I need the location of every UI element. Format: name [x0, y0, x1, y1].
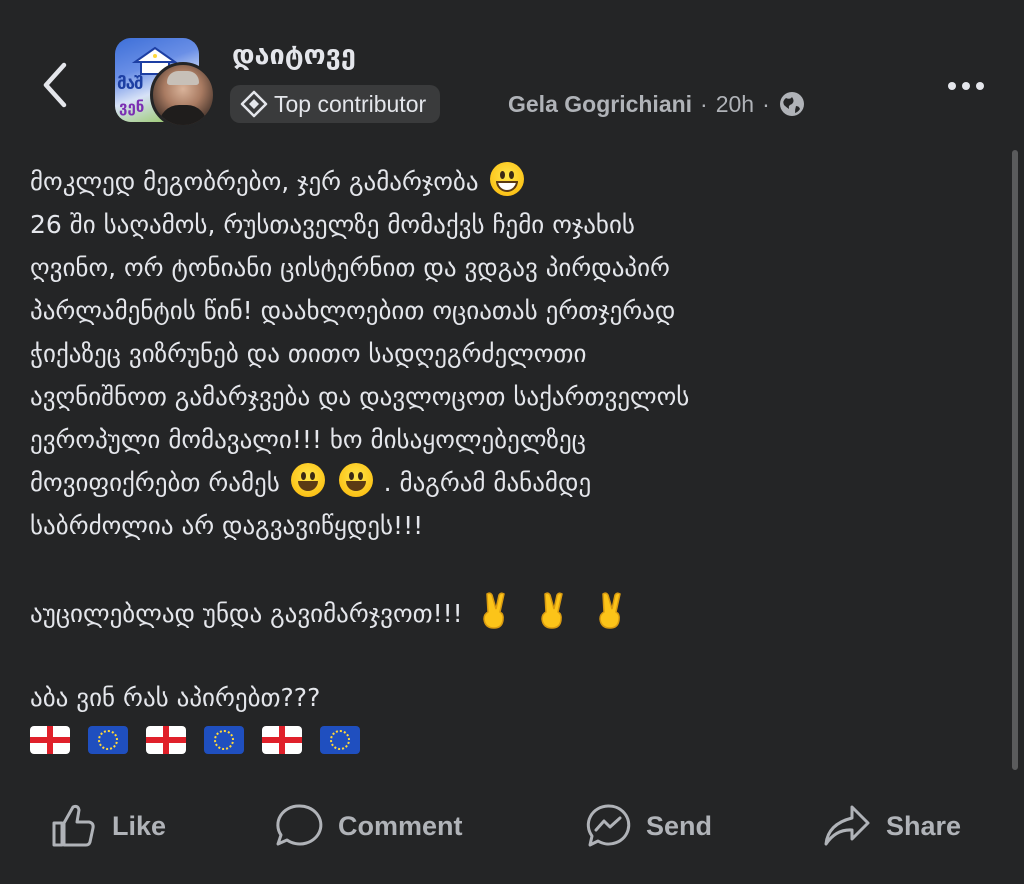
victory-hand-emoji-icon: [540, 592, 563, 629]
smiling-face-emoji-icon: [489, 162, 524, 196]
group-avatar-text-top: მაშ: [117, 74, 144, 94]
victory-hand-emoji-icon: [598, 592, 621, 629]
author-name[interactable]: Gela Gogrichiani: [508, 91, 692, 118]
share-arrow-icon: [824, 805, 870, 846]
georgia-flag-icon: [261, 726, 302, 754]
share-label: Share: [886, 810, 962, 841]
post-time[interactable]: 20h: [716, 91, 754, 118]
send-button[interactable]: Send: [584, 796, 712, 856]
victory-hand-emoji-icon: [482, 592, 505, 629]
comment-button[interactable]: Comment: [274, 796, 463, 856]
group-name[interactable]: დაიტოვე: [232, 40, 356, 71]
post-line: ღვინო, ორ ტონიანი ცისტერნით და ვდგავ პირ…: [30, 253, 670, 282]
post-line: პარლამენტის წინ! დაახლოებით ოციათას ერთჯ…: [30, 296, 676, 325]
avatar-shirt: [159, 105, 207, 125]
badge-label: Top contributor: [274, 90, 427, 117]
more-dot: [976, 82, 984, 90]
post-line: მოკლედ მეგობრებო, ჯერ გამარჯობა: [30, 160, 990, 203]
comment-label: Comment: [338, 810, 463, 841]
comment-bubble-icon: [276, 804, 323, 846]
chevron-left-icon: [43, 62, 67, 108]
post-line-text: . მაგრამ მანამდე: [383, 468, 592, 497]
author-avatar[interactable]: [150, 62, 216, 128]
messenger-icon: [586, 804, 631, 847]
share-button[interactable]: Share: [822, 796, 961, 856]
eu-flag-icon: [319, 726, 360, 754]
back-button[interactable]: [30, 50, 80, 120]
group-avatar-text-bottom: ვენ: [119, 98, 145, 116]
post-line: აუცილებლად უნდა გავიმარჯვოთ!!!: [30, 590, 990, 633]
post-line: 26 ში საღამოს, რუსთაველზე მომაქვს ჩემი ო…: [30, 210, 635, 239]
post-line-text: აუცილებლად უნდა გავიმარჯვოთ!!!: [30, 599, 463, 628]
like-button[interactable]: Like: [50, 796, 166, 856]
eu-flag-icon: [87, 726, 128, 754]
globe-icon: [779, 92, 804, 116]
post-actions: Like Comment Send Share: [0, 796, 1024, 856]
grinning-face-emoji-icon: [338, 463, 373, 497]
post-line: საბრძოლია არ დაგვავიწყდეს!!!: [30, 511, 424, 540]
scrollbar[interactable]: [1012, 150, 1018, 770]
post-line: ჭიქაზეც ვიზრუნებ და თითო სადღეგრძელოთი: [30, 339, 587, 368]
post-text: მოკლედ მეგობრებო, ჯერ გამარჯობა 26 ში სა…: [30, 160, 990, 762]
flag-row: [30, 719, 990, 762]
grinning-face-emoji-icon: [290, 463, 325, 497]
more-options-button[interactable]: [940, 68, 992, 104]
post-meta: Gela Gogrichiani · 20h ·: [508, 86, 806, 122]
avatar-hair: [167, 71, 199, 85]
post-line: მოვიფიქრებთ რამეს . მაგრამ მანამდე: [30, 461, 990, 504]
post-line: აბა ვინ რას აპირებთ???: [30, 683, 321, 712]
top-contributor-badge[interactable]: Top contributor: [230, 85, 441, 123]
meta-separator: ·: [762, 90, 770, 117]
more-dot: [948, 82, 956, 90]
thumbs-up-icon: [52, 804, 95, 847]
georgia-flag-icon: [145, 726, 186, 754]
send-label: Send: [646, 810, 713, 841]
eu-flag-icon: [203, 726, 244, 754]
more-dot: [962, 82, 970, 90]
post-line: ავღნიშნოთ გამარჯვება და დავლოცოთ საქართვ…: [30, 382, 690, 411]
georgia-flag-icon: [30, 726, 70, 754]
post-line-text: მოვიფიქრებთ რამეს: [30, 468, 280, 497]
post-line: ევროპული მომავალი!!! ხო მისაყოლებელზეც: [30, 425, 586, 454]
post-line-text: მოკლედ მეგობრებო, ჯერ გამარჯობა: [30, 167, 479, 196]
meta-separator: ·: [700, 90, 708, 117]
post-header: მაშ ვენ დაიტოვე Top contributor Gela Gog…: [0, 0, 1024, 140]
contributor-badge-icon: [240, 90, 268, 118]
like-label: Like: [112, 810, 167, 841]
